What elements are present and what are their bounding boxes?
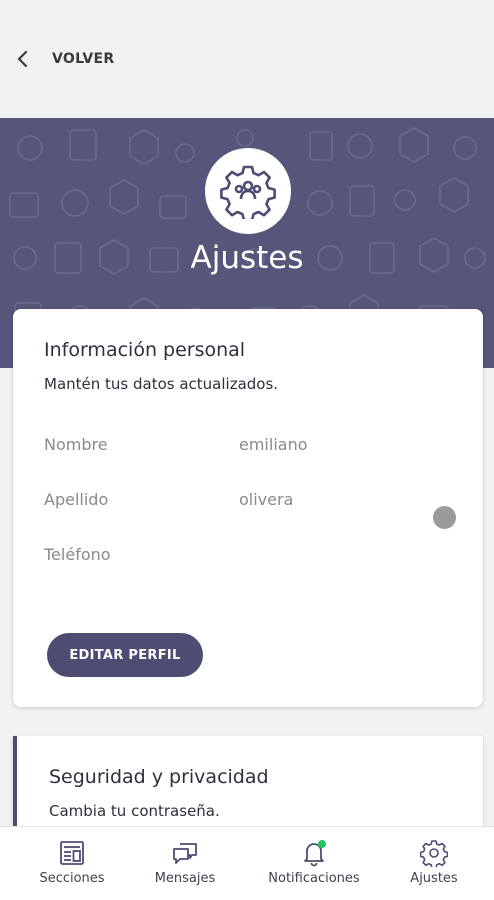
messages-icon	[173, 843, 197, 864]
sections-icon	[60, 841, 84, 865]
bell-icon	[304, 840, 326, 867]
nav-settings[interactable]: Ajustes	[398, 827, 470, 897]
last-name-label: Apellido	[44, 490, 109, 509]
gear-icon	[420, 840, 448, 867]
last-name-value: olivera	[239, 490, 294, 509]
nav-messages[interactable]: Mensajes	[142, 827, 228, 897]
nav-notifications[interactable]: Notificaciones	[256, 827, 372, 897]
nav-settings-label: Ajustes	[410, 871, 458, 886]
edit-profile-button[interactable]: EDITAR PERFIL	[47, 633, 203, 677]
personal-info-subtitle: Mantén tus datos actualizados.	[44, 375, 279, 393]
security-subtitle: Cambia tu contraseña.	[49, 802, 220, 820]
nav-sections-label: Secciones	[39, 871, 105, 886]
page-title: Ajustes	[190, 240, 304, 276]
nav-messages-label: Mensajes	[154, 871, 216, 886]
first-name-label: Nombre	[44, 435, 108, 454]
security-title: Seguridad y privacidad	[49, 766, 269, 788]
back-button[interactable]: VOLVER	[16, 44, 114, 74]
chevron-left-icon	[17, 50, 28, 68]
settings-screen: VOLVER Ajustes Información personal Mant…	[0, 0, 494, 900]
back-label: VOLVER	[52, 51, 115, 67]
top-bar: VOLVER	[0, 0, 494, 118]
phone-label: Teléfono	[44, 545, 111, 564]
first-name-value: emiliano	[239, 435, 308, 454]
personal-info-title: Información personal	[44, 339, 246, 361]
bottom-navigation: Secciones Mensajes Notificaciones Ajuste…	[0, 826, 494, 900]
scroll-indicator[interactable]	[433, 506, 456, 529]
nav-sections[interactable]: Secciones	[28, 827, 116, 897]
nav-notifications-label: Notificaciones	[268, 871, 360, 886]
personal-info-card: Información personal Mantén tus datos ac…	[13, 309, 483, 707]
settings-avatar	[205, 148, 291, 234]
gear-users-icon	[220, 165, 276, 219]
notification-badge	[318, 840, 326, 848]
